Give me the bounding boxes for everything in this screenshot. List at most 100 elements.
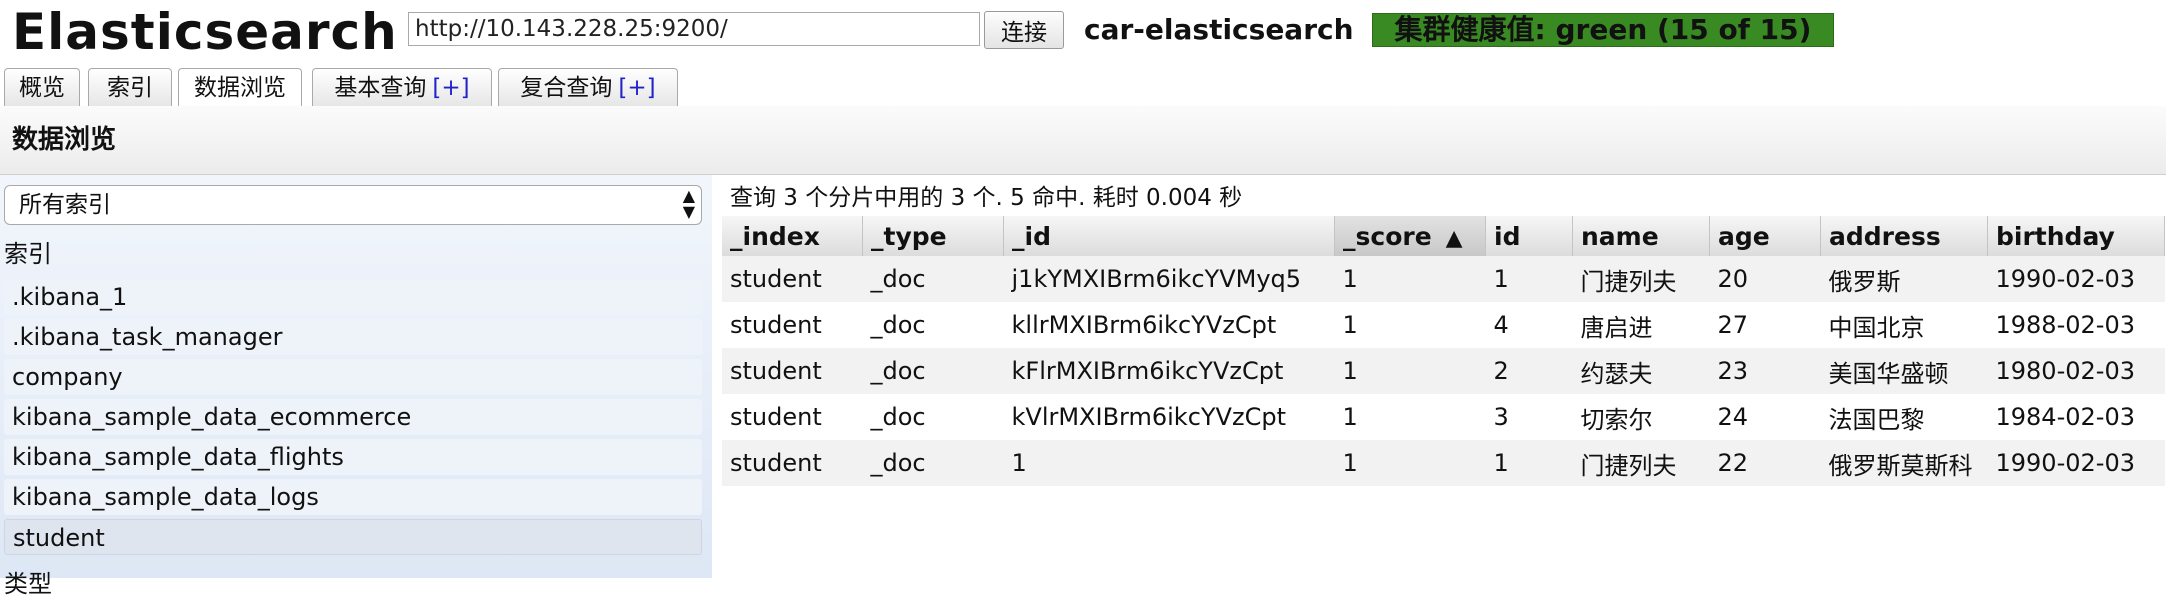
indices-heading: 索引 xyxy=(4,240,52,268)
table-cell: student xyxy=(722,302,863,348)
column-header[interactable]: address xyxy=(1820,216,1988,256)
select-arrows-icon: ▲ ▼ xyxy=(682,186,695,221)
table-row[interactable]: student _doc kVlrMXIBrm6ikcYVzCpt 1 3 切索… xyxy=(722,394,2165,440)
table-cell: 1 xyxy=(1334,394,1486,440)
table-cell: _doc xyxy=(862,348,1004,394)
table-cell: 20 xyxy=(1709,256,1821,302)
table-row[interactable]: student _doc j1kYMXIBrm6ikcYVMyq5 1 1 门捷… xyxy=(722,256,2165,302)
column-header-label: age xyxy=(1718,221,1770,251)
index-list: .kibana_1 .kibana_task_manager company k… xyxy=(4,279,702,559)
column-header[interactable]: birthday xyxy=(1987,216,2165,256)
connect-button[interactable]: 连接 xyxy=(984,11,1064,49)
tab-label: 数据浏览 xyxy=(194,75,286,101)
tab-compound-query[interactable]: 复合查询 [+] xyxy=(498,68,678,106)
table-cell: 4 xyxy=(1485,302,1573,348)
table-cell: 1 xyxy=(1485,440,1573,486)
table-cell: 3 xyxy=(1485,394,1573,440)
index-select[interactable]: 所有索引 ▲ ▼ xyxy=(4,185,702,225)
table-cell: kFlrMXIBrm6ikcYVzCpt xyxy=(1003,348,1335,394)
table-cell: 1 xyxy=(1334,256,1486,302)
tab-label: 基本查询 xyxy=(334,75,427,101)
column-header[interactable]: name xyxy=(1572,216,1710,256)
table-cell: 1 xyxy=(1485,256,1573,302)
table-cell: 美国华盛顿 xyxy=(1820,348,1988,394)
table-cell: j1kYMXIBrm6ikcYVMyq5 xyxy=(1003,256,1335,302)
section-header: 数据浏览 xyxy=(0,106,2166,175)
table-cell: 22 xyxy=(1709,440,1821,486)
table-cell: 23 xyxy=(1709,348,1821,394)
column-header[interactable]: _index xyxy=(722,216,863,256)
table-row[interactable]: student _doc 1 1 1 门捷列夫 22 俄罗斯莫斯科 1990-0… xyxy=(722,440,2165,486)
app-title: Elasticsearch xyxy=(12,3,398,61)
tab-label: 复合查询 xyxy=(520,75,613,101)
column-header[interactable]: _type xyxy=(862,216,1004,256)
table-cell: 1990-02-03 xyxy=(1987,256,2165,302)
column-header-label: id xyxy=(1494,221,1521,251)
table-cell: kllrMXIBrm6ikcYVzCpt xyxy=(1003,302,1335,348)
table-cell: 俄罗斯莫斯科 xyxy=(1820,440,1988,486)
tab-browser[interactable]: 数据浏览 xyxy=(178,68,302,107)
column-header[interactable]: age xyxy=(1709,216,1821,256)
table-cell: 1 xyxy=(1334,440,1486,486)
column-header[interactable]: id xyxy=(1485,216,1573,256)
sort-ascending-icon: ▲ xyxy=(1445,225,1463,251)
tab-label: 索引 xyxy=(107,75,153,101)
column-header-label: _index xyxy=(730,221,820,251)
tab-label: 概览 xyxy=(19,75,65,101)
tab-indices[interactable]: 索引 xyxy=(88,68,172,106)
table-cell: 2 xyxy=(1485,348,1573,394)
cluster-url-input[interactable] xyxy=(408,12,980,46)
header: Elasticsearch 连接 car-elasticsearch 集群健康值… xyxy=(0,0,2166,61)
table-cell: 中国北京 xyxy=(1820,302,1988,348)
index-item[interactable]: .kibana_1 xyxy=(4,279,702,315)
table-cell: student xyxy=(722,348,863,394)
index-item-selected[interactable]: student xyxy=(4,519,702,555)
table-cell: kVlrMXIBrm6ikcYVzCpt xyxy=(1003,394,1335,440)
column-header-label: address xyxy=(1829,221,1941,251)
column-header-label: name xyxy=(1581,221,1659,251)
types-heading: 类型 xyxy=(4,570,52,598)
index-item[interactable]: .kibana_task_manager xyxy=(4,319,702,355)
cluster-name: car-elasticsearch xyxy=(1084,13,1354,46)
index-item[interactable]: kibana_sample_data_ecommerce xyxy=(4,399,702,435)
tab-basic-query[interactable]: 基本查询 [+] xyxy=(312,68,492,106)
table-cell: student xyxy=(722,394,863,440)
tab-overview[interactable]: 概览 xyxy=(4,68,80,106)
table-cell: 1 xyxy=(1334,302,1486,348)
index-select-value: 所有索引 xyxy=(19,192,111,218)
table-cell: 1980-02-03 xyxy=(1987,348,2165,394)
table-cell: student xyxy=(722,440,863,486)
tab-add-link[interactable]: [+] xyxy=(432,75,469,101)
column-header-label: _score xyxy=(1343,221,1432,251)
index-item[interactable]: company xyxy=(4,359,702,395)
table-cell: student xyxy=(722,256,863,302)
section-title: 数据浏览 xyxy=(12,125,117,155)
table-cell: _doc xyxy=(862,256,1004,302)
table-row[interactable]: student _doc kllrMXIBrm6ikcYVzCpt 1 4 唐启… xyxy=(722,302,2165,348)
table-header-row: _index _type _id _score ▲ id name age add… xyxy=(722,216,2165,256)
table-cell: 1984-02-03 xyxy=(1987,394,2165,440)
table-cell: 1 xyxy=(1334,348,1486,394)
tab-bar: 概览 索引 数据浏览 基本查询 [+] 复合查询 [+] xyxy=(0,64,2166,107)
sidebar: 所有索引 ▲ ▼ 索引 .kibana_1 .kibana_task_manage… xyxy=(0,175,712,598)
table-row[interactable]: student _doc kFlrMXIBrm6ikcYVzCpt 1 2 约瑟… xyxy=(722,348,2165,394)
tab-add-link[interactable]: [+] xyxy=(618,75,655,101)
table-cell: 门捷列夫 xyxy=(1572,440,1710,486)
cluster-health-badge: 集群健康值: green (15 of 15) xyxy=(1372,13,1834,47)
table-cell: 27 xyxy=(1709,302,1821,348)
table-cell: 俄罗斯 xyxy=(1820,256,1988,302)
table-cell: 切索尔 xyxy=(1572,394,1710,440)
index-item[interactable]: kibana_sample_data_logs xyxy=(4,479,702,515)
column-header[interactable]: _id xyxy=(1003,216,1335,256)
column-header-label: birthday xyxy=(1996,221,2115,251)
column-header-sorted[interactable]: _score ▲ xyxy=(1334,216,1486,256)
table-cell: 24 xyxy=(1709,394,1821,440)
table-cell: _doc xyxy=(862,302,1004,348)
table-cell: 唐启进 xyxy=(1572,302,1710,348)
table-cell: 1988-02-03 xyxy=(1987,302,2165,348)
table-cell: 1 xyxy=(1003,440,1335,486)
table-cell: 1990-02-03 xyxy=(1987,440,2165,486)
table-cell: 法国巴黎 xyxy=(1820,394,1988,440)
index-item[interactable]: kibana_sample_data_flights xyxy=(4,439,702,475)
query-summary: 查询 3 个分片中用的 3 个. 5 命中. 耗时 0.004 秒 xyxy=(730,185,1243,211)
